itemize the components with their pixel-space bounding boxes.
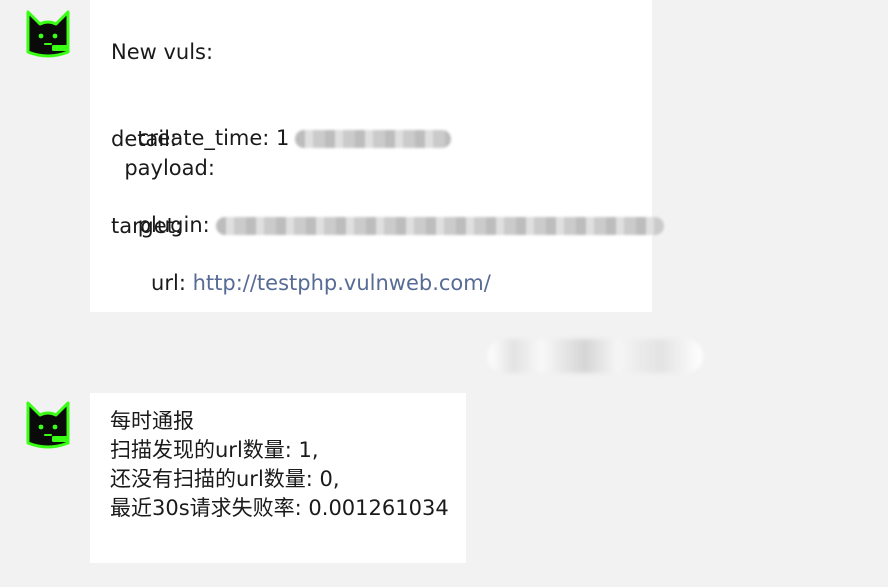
target-url-link[interactable]: http://testphp.vulnweb.com/ [193,271,491,295]
black-cat-neon-green-icon [26,10,70,58]
url-label: url: [137,271,193,295]
redacted-plugin-value [215,217,664,235]
detail-line: detail: [111,127,178,151]
redacted-create-time [295,130,452,148]
report-found-urls: 扫描发现的url数量: 1, [110,438,319,462]
url-line: url: http://testphp.vulnweb.com/ [111,241,491,325]
report-title: 每时通报 [110,409,194,433]
black-cat-neon-green-icon [26,401,70,449]
report-failure-rate: 最近30s请求失败率: 0.001261034 [110,496,449,520]
sender-avatar[interactable] [18,393,78,453]
payload-line: payload: [111,156,215,180]
sender-avatar[interactable] [18,2,78,62]
message-bubble-hourly-report[interactable]: 每时通报 扫描发现的url数量: 1, 还没有扫描的url数量: 0, 最近30… [90,393,466,563]
target-line: target: [111,214,182,238]
redacted-timestamp [488,339,703,373]
message-title: New vuls: [111,40,214,64]
report-unscanned-urls: 还没有扫描的url数量: 0, [110,467,340,491]
message-bubble-new-vuls[interactable]: New vuls: create_time: 1 detail: payload… [90,0,664,312]
